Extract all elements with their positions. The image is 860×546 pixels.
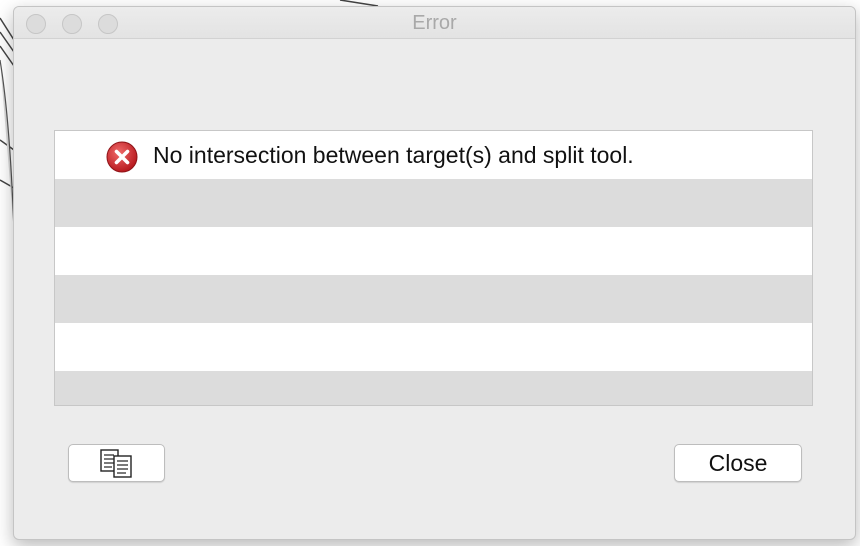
message-list[interactable]: No intersection between target(s) and sp… [54,130,813,406]
list-item[interactable] [55,275,812,323]
window-title: Error [412,12,457,34]
list-item[interactable] [55,179,812,227]
close-button[interactable]: Close [674,444,802,482]
copy-to-clipboard-icon [100,449,132,478]
list-item[interactable]: No intersection between target(s) and sp… [55,131,812,179]
list-item[interactable] [55,323,812,371]
title-bar: Error [14,7,855,39]
list-item[interactable] [55,371,812,405]
list-item[interactable] [55,227,812,275]
copy-button[interactable] [68,444,165,482]
error-dialog: Error No intersection between target(s) … [13,6,856,540]
error-message-text: No intersection between target(s) and sp… [153,142,634,168]
error-icon [106,141,138,173]
